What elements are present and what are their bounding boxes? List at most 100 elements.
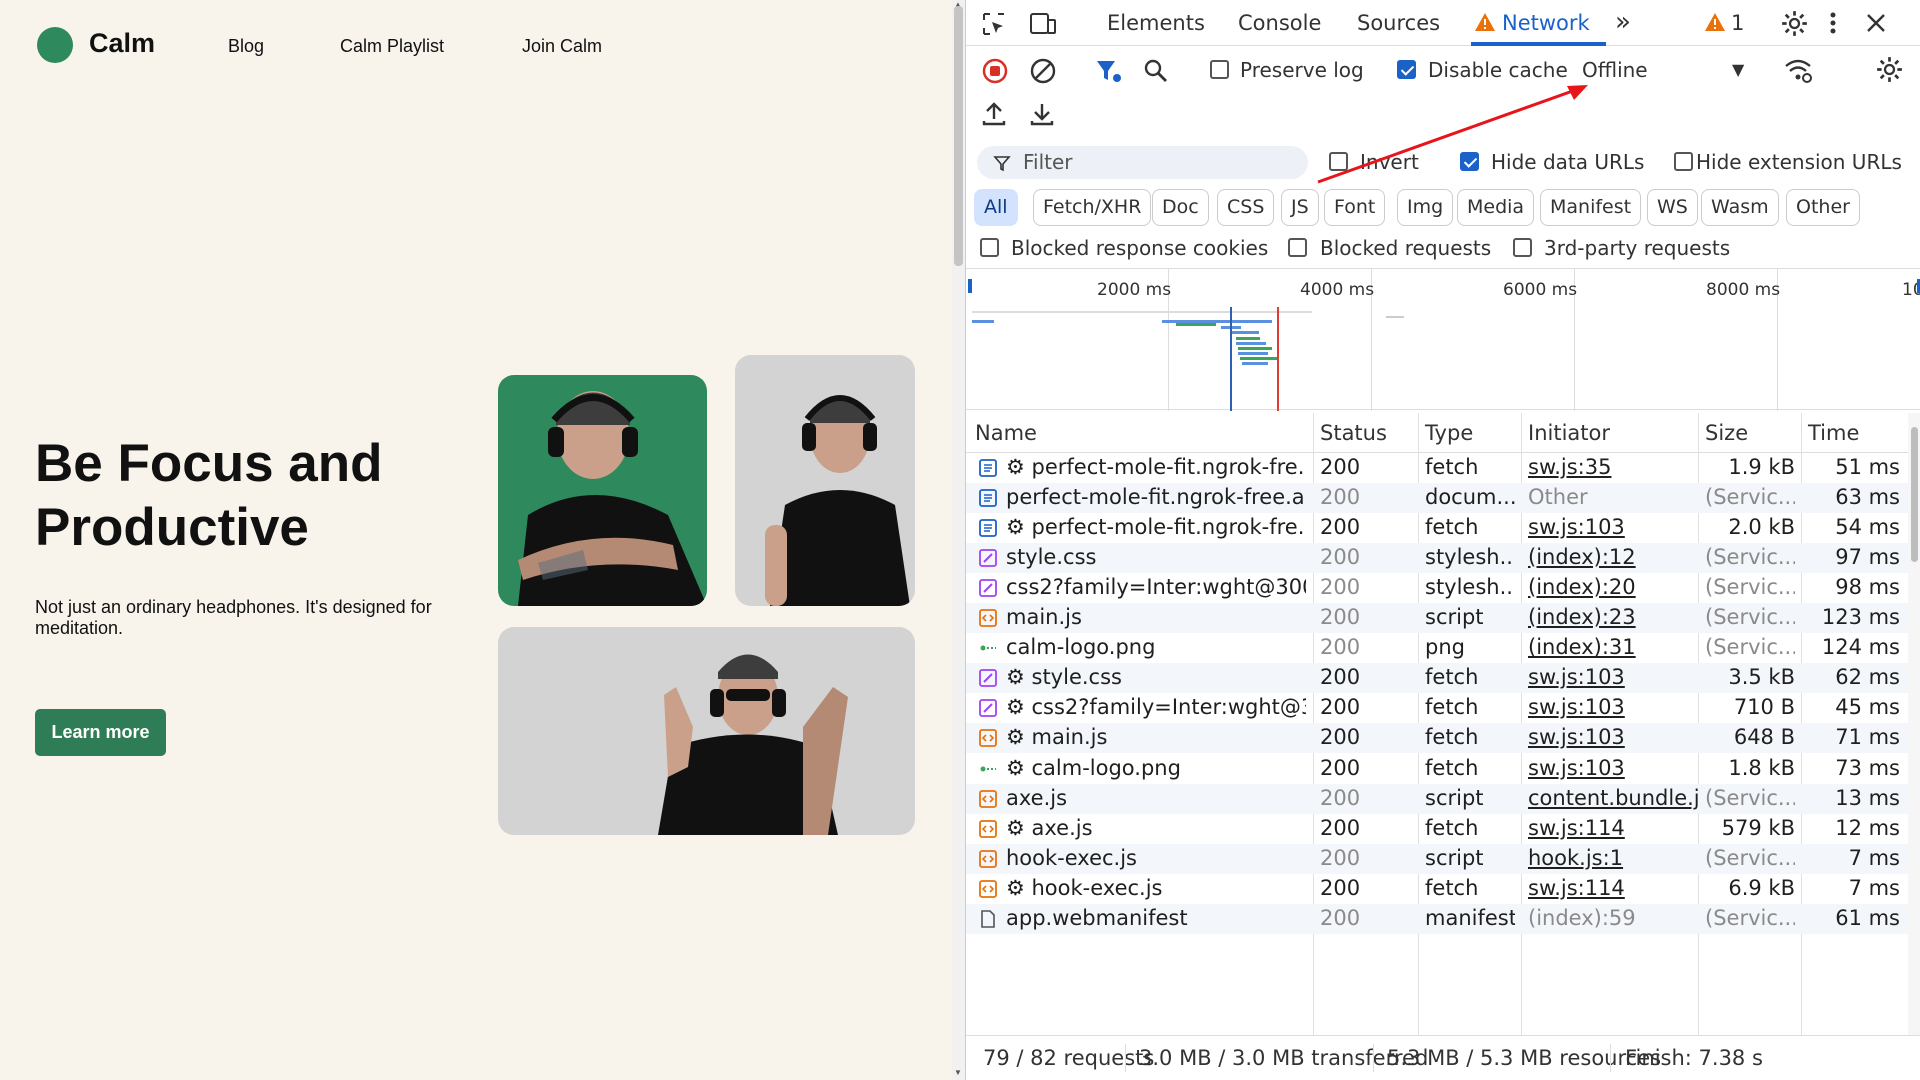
request-row[interactable]: perfect-mole-fit.ngrok-free.a... 200 docum… bbox=[966, 483, 1908, 514]
type-chip-js[interactable]: JS bbox=[1281, 189, 1319, 226]
request-row[interactable]: ⚙ hook-exec.js 200 fetch sw.js:114 6.9 kB 7 m… bbox=[966, 874, 1908, 904]
more-tabs-chevron-icon[interactable]: » bbox=[1615, 7, 1631, 37]
blocked-cookies-label[interactable]: Blocked response cookies bbox=[1011, 236, 1268, 260]
request-name[interactable]: ⚙ axe.js bbox=[1006, 816, 1306, 840]
request-row[interactable]: ⚙ css2?family=Inter:wght@3... 200 fetch sw.… bbox=[966, 693, 1908, 723]
import-har-upload-icon[interactable] bbox=[981, 101, 1007, 127]
hide-data-urls-checkbox[interactable] bbox=[1460, 152, 1479, 171]
filter-funnel-icon[interactable] bbox=[1095, 58, 1123, 84]
request-initiator[interactable]: sw.js:35 bbox=[1528, 455, 1698, 479]
type-chip-ws[interactable]: WS bbox=[1647, 189, 1698, 226]
type-chip-manifest[interactable]: Manifest bbox=[1540, 189, 1642, 226]
settings-gear-icon[interactable] bbox=[1781, 10, 1808, 37]
tab-sources[interactable]: Sources bbox=[1357, 11, 1440, 35]
hide-data-urls-label[interactable]: Hide data URLs bbox=[1491, 150, 1644, 174]
third-party-label[interactable]: 3rd-party requests bbox=[1544, 236, 1730, 260]
type-chip-css[interactable]: CSS bbox=[1217, 189, 1275, 226]
request-row[interactable]: style.css 200 stylesh... (index):12 (Servic.… bbox=[966, 543, 1908, 574]
kebab-menu-icon[interactable] bbox=[1829, 11, 1837, 35]
request-name[interactable]: ⚙ css2?family=Inter:wght@3... bbox=[1006, 695, 1306, 719]
blocked-requests-checkbox[interactable] bbox=[1288, 238, 1307, 257]
invert-label[interactable]: Invert bbox=[1360, 150, 1419, 174]
network-conditions-icon[interactable] bbox=[1783, 56, 1813, 84]
request-name[interactable]: css2?family=Inter:wght@300... bbox=[1006, 575, 1306, 599]
network-settings-gear-icon[interactable] bbox=[1876, 56, 1903, 83]
request-name[interactable]: ⚙ calm-logo.png bbox=[1006, 756, 1306, 780]
type-chip-all[interactable]: All bbox=[974, 189, 1018, 226]
request-name[interactable]: ⚙ perfect-mole-fit.ngrok-fre... bbox=[1006, 515, 1306, 539]
request-name[interactable]: ⚙ main.js bbox=[1006, 725, 1306, 749]
request-initiator[interactable]: sw.js:103 bbox=[1528, 515, 1698, 539]
request-row[interactable]: hook-exec.js 200 script hook.js:1 (Servic...… bbox=[966, 843, 1908, 874]
request-row[interactable]: app.webmanifest 200 manifest (index):59 (Ser… bbox=[966, 903, 1908, 934]
request-name[interactable]: ⚙ hook-exec.js bbox=[1006, 876, 1306, 900]
inspect-element-icon[interactable] bbox=[981, 11, 1007, 37]
type-chip-media[interactable]: Media bbox=[1457, 189, 1535, 226]
scroll-down-arrow-icon[interactable]: ▼ bbox=[954, 1068, 962, 1077]
request-name[interactable]: perfect-mole-fit.ngrok-free.a... bbox=[1006, 485, 1306, 509]
clear-log-icon[interactable] bbox=[1030, 58, 1056, 84]
request-row[interactable]: ⚙ perfect-mole-fit.ngrok-fre... 200 fetch s… bbox=[966, 513, 1908, 543]
hide-extension-urls-label[interactable]: Hide extension URLs bbox=[1696, 150, 1902, 174]
nav-link-calm-playlist[interactable]: Calm Playlist bbox=[340, 36, 444, 57]
request-name[interactable]: ⚙ style.css bbox=[1006, 665, 1306, 689]
column-header-type[interactable]: Type bbox=[1425, 421, 1473, 445]
request-initiator[interactable]: hook.js:1 bbox=[1528, 846, 1698, 870]
request-initiator[interactable]: sw.js:103 bbox=[1528, 725, 1698, 749]
preserve-log-checkbox[interactable] bbox=[1210, 60, 1229, 79]
hide-extension-urls-checkbox[interactable] bbox=[1674, 152, 1693, 171]
calm-logo-icon[interactable] bbox=[37, 27, 73, 63]
request-row[interactable]: ⚙ calm-logo.png 200 fetch sw.js:103 1.8 kB 73… bbox=[966, 754, 1908, 784]
type-chip-doc[interactable]: Doc bbox=[1152, 189, 1209, 226]
request-row[interactable]: calm-logo.png 200 png (index):31 (Servic... 1… bbox=[966, 633, 1908, 663]
page-scrollbar[interactable]: ▲ ▼ bbox=[952, 0, 965, 1080]
invert-checkbox[interactable] bbox=[1329, 152, 1348, 171]
type-chip-img[interactable]: Img bbox=[1397, 189, 1454, 226]
requests-table-scrollbar-thumb[interactable] bbox=[1911, 427, 1918, 562]
request-row[interactable]: ⚙ main.js 200 fetch sw.js:103 648 B 71 ms bbox=[966, 723, 1908, 754]
learn-more-button[interactable]: Learn more bbox=[35, 709, 166, 756]
request-initiator[interactable]: (index):12 bbox=[1528, 545, 1698, 569]
nav-link-join-calm[interactable]: Join Calm bbox=[522, 36, 602, 57]
request-initiator[interactable]: (index):23 bbox=[1528, 605, 1698, 629]
request-name[interactable]: axe.js bbox=[1006, 786, 1306, 810]
column-header-time[interactable]: Time bbox=[1808, 421, 1859, 445]
request-name[interactable]: ⚙ perfect-mole-fit.ngrok-fre... bbox=[1006, 455, 1306, 479]
column-header-status[interactable]: Status bbox=[1320, 421, 1387, 445]
network-timeline-overview[interactable]: 2000 ms 4000 ms 6000 ms 8000 ms 10 bbox=[966, 268, 1920, 411]
issues-count[interactable]: 1 bbox=[1731, 11, 1744, 35]
request-initiator[interactable]: (index):31 bbox=[1528, 635, 1698, 659]
export-har-download-icon[interactable] bbox=[1029, 101, 1055, 127]
search-icon[interactable] bbox=[1143, 58, 1169, 84]
page-scrollbar-thumb[interactable] bbox=[954, 6, 963, 266]
column-header-initiator[interactable]: Initiator bbox=[1528, 421, 1610, 445]
blocked-cookies-checkbox[interactable] bbox=[980, 238, 999, 257]
request-name[interactable]: main.js bbox=[1006, 605, 1306, 629]
disable-cache-checkbox[interactable] bbox=[1397, 60, 1416, 79]
request-name[interactable]: calm-logo.png bbox=[1006, 635, 1306, 659]
filter-input-box[interactable]: Filter bbox=[977, 146, 1308, 179]
issues-warning-icon[interactable] bbox=[1704, 12, 1726, 32]
brand-name[interactable]: Calm bbox=[89, 28, 155, 59]
type-chip-wasm[interactable]: Wasm bbox=[1701, 189, 1779, 226]
requests-table-scrollbar[interactable] bbox=[1908, 413, 1920, 1035]
request-initiator[interactable]: sw.js:103 bbox=[1528, 695, 1698, 719]
request-initiator[interactable]: sw.js:114 bbox=[1528, 876, 1698, 900]
type-chip-other[interactable]: Other bbox=[1786, 189, 1860, 226]
tab-network[interactable]: Network bbox=[1502, 11, 1590, 35]
request-row[interactable]: main.js 200 script (index):23 (Servic... 123 … bbox=[966, 603, 1908, 634]
device-toolbar-icon[interactable] bbox=[1029, 11, 1057, 37]
blocked-requests-label[interactable]: Blocked requests bbox=[1320, 236, 1491, 260]
request-name[interactable]: hook-exec.js bbox=[1006, 846, 1306, 870]
request-row[interactable]: css2?family=Inter:wght@300... 200 stylesh.… bbox=[966, 573, 1908, 603]
type-chip-font[interactable]: Font bbox=[1324, 189, 1386, 226]
nav-link-blog[interactable]: Blog bbox=[228, 36, 264, 57]
request-row[interactable]: ⚙ perfect-mole-fit.ngrok-fre... 200 fetch s… bbox=[966, 453, 1908, 483]
request-initiator[interactable]: sw.js:103 bbox=[1528, 756, 1698, 780]
column-header-size[interactable]: Size bbox=[1705, 421, 1748, 445]
request-initiator[interactable]: (index):20 bbox=[1528, 575, 1698, 599]
tab-console[interactable]: Console bbox=[1238, 11, 1321, 35]
request-initiator[interactable]: sw.js:114 bbox=[1528, 816, 1698, 840]
stop-recording-icon[interactable] bbox=[982, 58, 1008, 84]
request-initiator[interactable]: content.bundle.js bbox=[1528, 786, 1698, 810]
